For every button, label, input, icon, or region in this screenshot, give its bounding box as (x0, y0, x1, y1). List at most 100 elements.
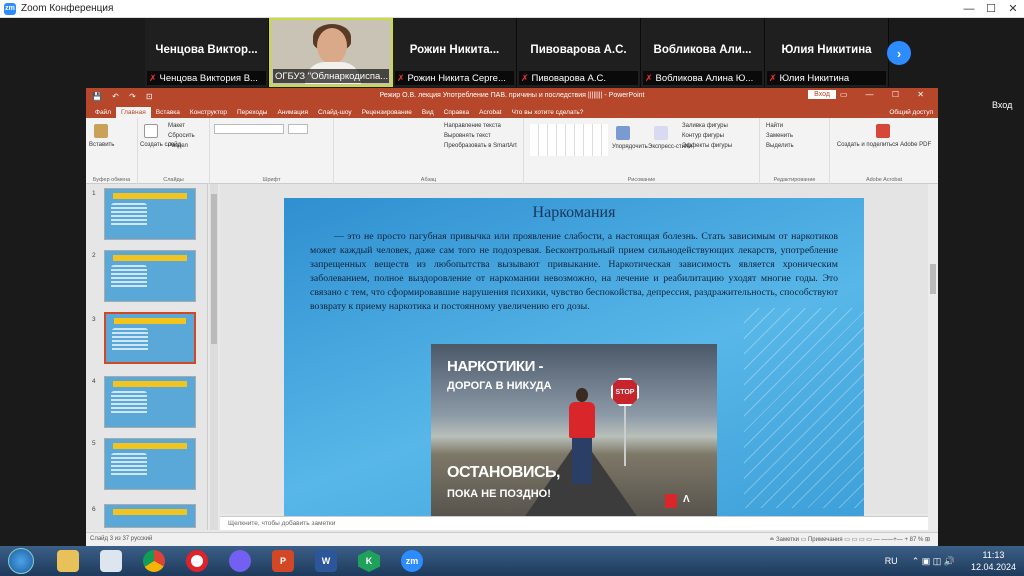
taskbar-word[interactable]: W (308, 547, 344, 575)
slide-number: 5 (92, 440, 96, 447)
tab-view[interactable]: Вид (417, 107, 439, 118)
reset-label[interactable]: Сбросить (168, 133, 195, 139)
tray-icons[interactable]: ⌃ ▣ ◫ 🔊 (912, 556, 955, 567)
shape-fill-label[interactable]: Заливка фигуры (682, 123, 728, 129)
next-page-arrow-icon[interactable]: › (887, 41, 911, 65)
tab-design[interactable]: Конструктор (185, 107, 232, 118)
participant-label-text: Рожин Никита Серге... (407, 72, 506, 84)
slide-number: 6 (92, 506, 96, 513)
adobe-pdf-label: Создать и поделиться Adobe PDF (836, 142, 932, 148)
taskbar-zoom[interactable]: zm (394, 547, 430, 575)
kaspersky-icon: K (358, 550, 380, 572)
thumb-title (113, 509, 187, 515)
taskbar-chrome[interactable] (136, 547, 172, 575)
share-button[interactable]: Общий доступ (884, 107, 938, 118)
status-bar: Слайд 3 из 37 русский ≐ Заметки ▭ Примеч… (86, 532, 938, 546)
slide-thumbnail-selected[interactable] (104, 312, 196, 364)
slides-group: Создать слайд Макет Сбросить Раздел Слай… (138, 118, 210, 184)
layout-label[interactable]: Макет (168, 123, 185, 129)
scrollbar-knob[interactable] (211, 194, 217, 344)
quick-styles-icon[interactable] (654, 126, 668, 140)
login-label[interactable]: Вход (992, 100, 1012, 110)
participant-name: Юлия Никитина (781, 44, 872, 56)
thumbnails-scrollbar[interactable] (210, 184, 218, 530)
slide-thumbnail[interactable] (104, 504, 196, 528)
slide-scrollbar[interactable] (928, 184, 938, 530)
participant-label-text: ОГБУЗ "Облнаркодиспа... (275, 70, 389, 82)
scrollbar-knob[interactable] (930, 264, 936, 294)
arrange-icon[interactable] (616, 126, 630, 140)
shape-outline-label[interactable]: Контур фигуры (682, 133, 724, 139)
ppt-login-button[interactable]: Вход (808, 90, 836, 99)
taskbar-media[interactable] (93, 547, 129, 575)
windows-taskbar: P W K zm RU ⌃ ▣ ◫ 🔊 11:13 12.04.2024 (0, 546, 1024, 576)
shape-effects-label[interactable]: Эффекты фигуры (682, 143, 732, 149)
tab-insert[interactable]: Вставка (151, 107, 185, 118)
tab-acrobat[interactable]: Acrobat (474, 107, 506, 118)
align-text-label[interactable]: Выровнять текст (444, 133, 491, 139)
replace-label[interactable]: Заменить (766, 133, 793, 139)
editing-group: Найти Заменить Выделить Редактирование (760, 118, 830, 184)
zoom-meeting-area: Ченцова Виктор... ✗ Ченцова Виктория В...… (0, 18, 1024, 546)
ribbon: Вставить Буфер обмена Создать слайд Маке… (86, 118, 938, 184)
participant-name: Вобликова Али... (653, 44, 752, 56)
shapes-gallery[interactable] (530, 124, 608, 156)
participant-tile[interactable]: Пивоварова А.С. ✗ Пивоварова А.С. (517, 18, 641, 87)
status-slide-info: Слайд 3 из 37 русский (90, 536, 153, 542)
taskbar-viber[interactable] (222, 547, 258, 575)
find-label[interactable]: Найти (766, 123, 783, 129)
muted-mic-icon: ✗ (645, 72, 653, 83)
tab-transitions[interactable]: Переходы (232, 107, 273, 118)
tab-help[interactable]: Справка (439, 107, 475, 118)
smartart-label[interactable]: Преобразовать в SmartArt (444, 143, 517, 149)
tab-slideshow[interactable]: Слайд-шоу (313, 107, 357, 118)
font-name-field[interactable] (214, 124, 284, 134)
slide-thumbnail[interactable] (104, 438, 196, 490)
slide-body-text: — это не просто пагубная привычка или пр… (310, 231, 838, 312)
paragraph-group: Направление текста Выровнять текст Преоб… (334, 118, 524, 184)
tell-me-search[interactable]: Что вы хотите сделать? (507, 107, 589, 118)
shared-powerpoint-window: 💾 ↶ ↷ ⊡ Режир О.В. лекция Употребление П… (86, 88, 938, 546)
start-button-icon[interactable] (8, 548, 34, 574)
opera-icon (186, 550, 208, 572)
clock[interactable]: 11:13 12.04.2024 (971, 549, 1016, 573)
text-direction-label[interactable]: Направление текста (444, 123, 501, 129)
participant-tile[interactable]: Ченцова Виктор... ✗ Ченцова Виктория В... (145, 18, 269, 87)
taskbar-kaspersky[interactable]: K (351, 547, 387, 575)
tab-file[interactable]: Файл (90, 107, 116, 118)
tab-review[interactable]: Рецензирование (357, 107, 417, 118)
participant-tile[interactable]: Вобликова Али... ✗ Вобликова Алина Ю... (641, 18, 765, 87)
clipboard-group: Вставить Буфер обмена (86, 118, 138, 184)
acrobat-group: Создать и поделиться Adobe PDF Adobe Acr… (830, 118, 938, 184)
slide-thumbnail[interactable] (104, 188, 196, 240)
font-size-field[interactable] (288, 124, 308, 134)
taskbar-opera[interactable] (179, 547, 215, 575)
language-indicator[interactable]: RU (885, 556, 898, 566)
slide-thumbnail[interactable] (104, 376, 196, 428)
status-view-controls[interactable]: ≐ Заметки ▭ Примечания ▭ ▭ ▭ ▭ — ——+— + … (769, 536, 930, 543)
close-button[interactable]: ✕ (1002, 0, 1024, 18)
participant-tile[interactable]: Рожин Никита... ✗ Рожин Никита Серге... (393, 18, 517, 87)
tab-animation[interactable]: Анимация (272, 107, 313, 118)
taskbar-explorer[interactable] (50, 547, 86, 575)
maximize-button[interactable]: ☐ (980, 0, 1002, 18)
current-slide[interactable]: Наркомания — это не просто пагубная прив… (284, 198, 864, 524)
new-slide-icon[interactable] (144, 124, 158, 138)
participant-label: ОГБУЗ "Облнаркодиспа... (273, 69, 389, 83)
paste-icon[interactable] (94, 124, 108, 138)
participant-tile[interactable]: Юлия Никитина ✗ Юлия Никитина (765, 18, 889, 87)
thumb-title (113, 381, 187, 387)
clock-time: 11:13 (982, 550, 1005, 560)
adobe-pdf-icon[interactable] (876, 124, 890, 138)
taskbar-powerpoint[interactable]: P (265, 547, 301, 575)
notes-pane[interactable]: Щелкните, чтобы добавить заметки (220, 516, 928, 530)
minimize-button[interactable]: — (958, 0, 980, 18)
slide-thumbnail[interactable] (104, 250, 196, 302)
section-label[interactable]: Раздел (168, 143, 188, 149)
arrange-label: Упорядочить (612, 144, 648, 150)
tab-home[interactable]: Главная (115, 107, 151, 118)
system-tray: RU ⌃ ▣ ◫ 🔊 11:13 12.04.2024 (885, 546, 1016, 576)
participant-tile-video[interactable]: ОГБУЗ "Облнаркодиспа... (269, 18, 393, 87)
select-label[interactable]: Выделить (766, 143, 794, 149)
ppt-window-controls[interactable]: ▭ — ☐ ✕ (840, 90, 932, 99)
